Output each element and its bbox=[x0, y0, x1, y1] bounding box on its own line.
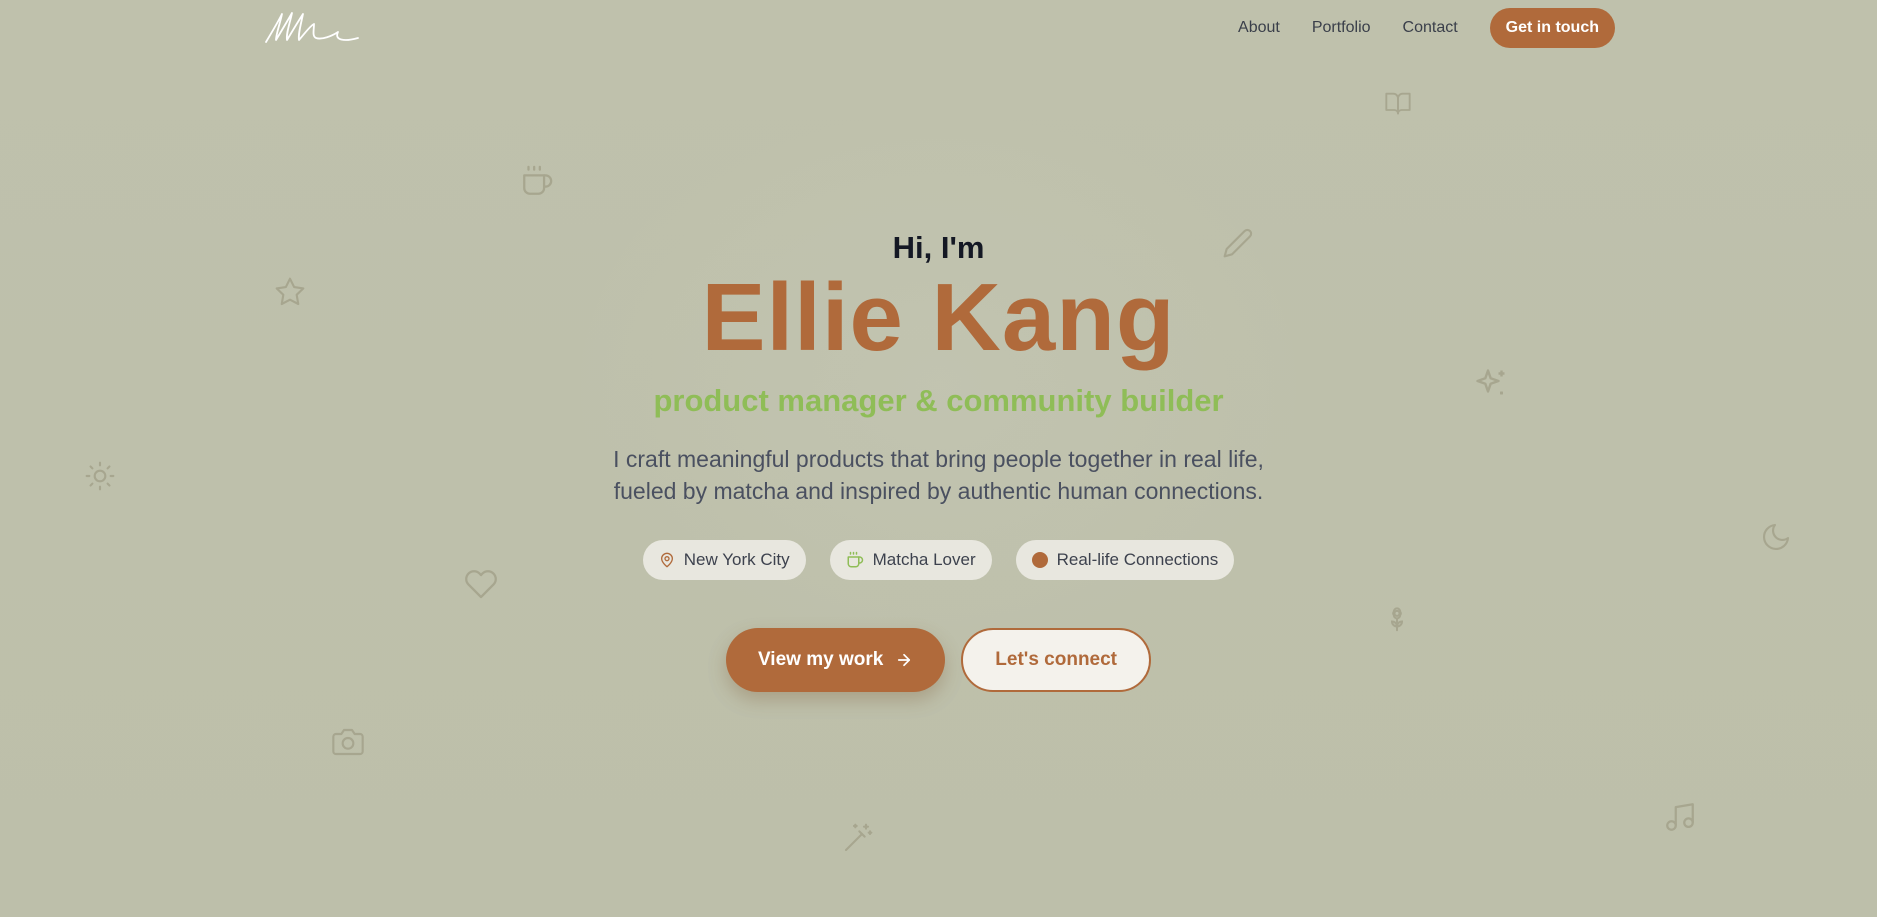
music-note-icon bbox=[1663, 800, 1697, 834]
hero-description-line: fueled by matcha and inspired by authent… bbox=[613, 478, 1264, 504]
tag-label: New York City bbox=[683, 550, 790, 569]
nav-portfolio-link[interactable]: Portfolio bbox=[1312, 19, 1371, 37]
hero-description: I craft meaningful products that bring p… bbox=[0, 443, 1877, 507]
tag-label: Real-life Connections bbox=[1056, 550, 1219, 569]
nav-contact-link[interactable]: Contact bbox=[1403, 19, 1458, 37]
nav-about-link[interactable]: About bbox=[1238, 19, 1280, 37]
camera-icon bbox=[331, 726, 365, 758]
map-pin-icon bbox=[659, 551, 675, 569]
view-my-work-label: View my work bbox=[757, 649, 884, 670]
coffee-cup-icon bbox=[846, 551, 864, 569]
hero-subtitle: product manager & community builder bbox=[653, 383, 1224, 418]
hero-description-line: I craft meaningful products that bring p… bbox=[613, 446, 1264, 472]
book-icon bbox=[1383, 89, 1413, 117]
arrow-right-icon bbox=[895, 651, 913, 669]
get-in-touch-button[interactable]: Get in touch bbox=[1489, 8, 1615, 48]
hero-name: Ellie Kang bbox=[701, 264, 1176, 371]
hero-greeting: Hi, I'm bbox=[892, 230, 985, 265]
signature-logo-icon[interactable] bbox=[262, 8, 362, 48]
tag-real-life-connections: Real-life Connections bbox=[1015, 540, 1235, 580]
lets-connect-button[interactable]: Let's connect bbox=[961, 628, 1152, 692]
hero-tags: New York City Matcha Lover Real-life Con… bbox=[0, 540, 1877, 580]
hero-actions: View my work Let's connect bbox=[0, 628, 1877, 692]
coffee-cup-icon bbox=[520, 164, 554, 198]
magic-wand-icon bbox=[842, 822, 874, 854]
main-nav: About Portfolio Contact Get in touch bbox=[1206, 8, 1615, 48]
tag-new-york-city: New York City bbox=[642, 540, 806, 580]
view-my-work-button[interactable]: View my work bbox=[725, 628, 946, 692]
tag-label: Matcha Lover bbox=[872, 550, 976, 569]
dot-icon bbox=[1031, 552, 1048, 568]
site-header: About Portfolio Contact Get in touch bbox=[0, 0, 1877, 58]
tag-matcha-lover: Matcha Lover bbox=[829, 540, 992, 580]
